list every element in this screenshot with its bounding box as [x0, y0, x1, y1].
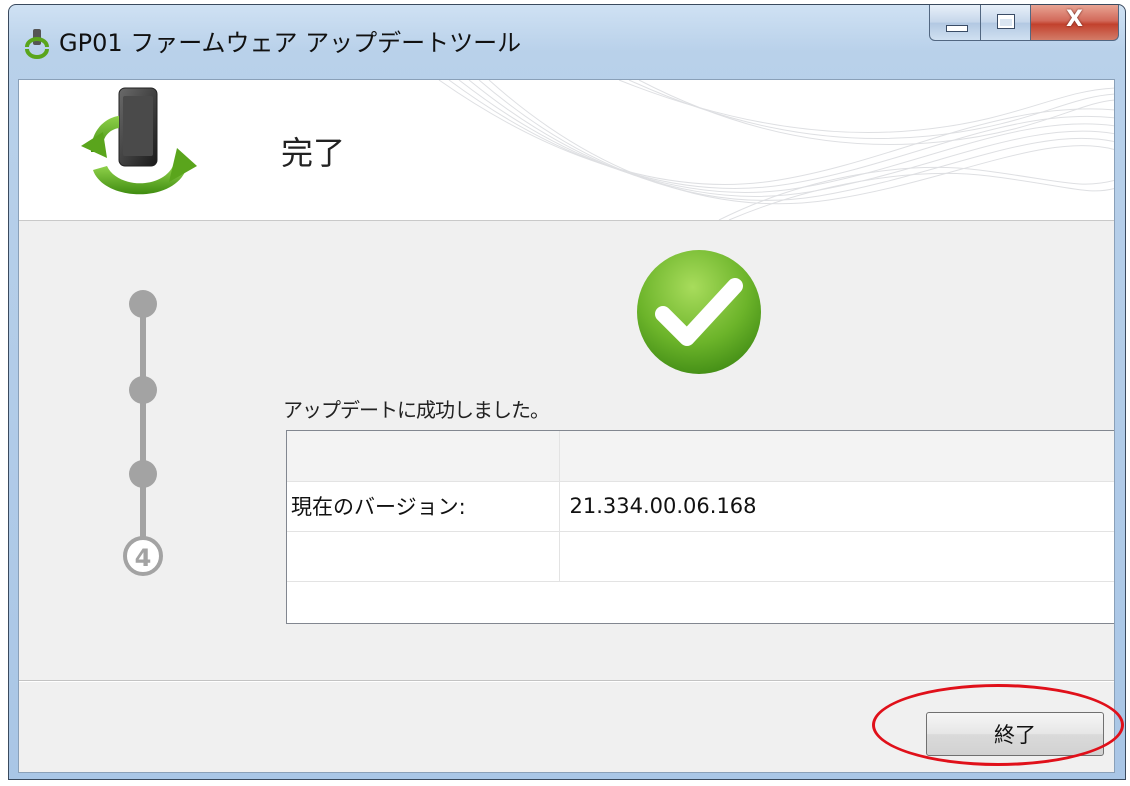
table-cell-label — [287, 431, 560, 482]
title-bar[interactable]: GP01 ファームウェア アップデートツール X — [9, 5, 1125, 79]
close-icon: X — [1066, 7, 1083, 32]
header-banner: 完了 — [19, 80, 1114, 221]
step-3-dot — [129, 460, 157, 488]
current-version-value: 21.334.00.06.168 — [559, 481, 1114, 532]
app-window: GP01 ファームウェア アップデートツール X 完了 4 アップデートに成功し… — [8, 4, 1126, 780]
update-device-icon — [81, 87, 197, 195]
version-info-table: 現在のバージョン: 21.334.00.06.168 — [286, 430, 1114, 624]
app-icon — [25, 29, 49, 59]
finish-button[interactable]: 終了 — [926, 712, 1104, 756]
page-title: 完了 — [281, 134, 346, 172]
window-controls: X — [929, 5, 1119, 43]
step-4-label: 4 — [135, 544, 152, 572]
minimize-button[interactable] — [929, 5, 981, 41]
dialog-body: 完了 4 アップデートに成功しました。 現在のバージョン: 21.334.00.… — [18, 79, 1115, 773]
footer-divider-highlight — [19, 681, 1114, 682]
table-cell-label — [287, 531, 560, 582]
step-2-dot — [129, 376, 157, 404]
table-row — [287, 531, 1114, 582]
close-button[interactable]: X — [1031, 5, 1119, 41]
table-row: 現在のバージョン: 21.334.00.06.168 — [287, 481, 1114, 532]
step-1-dot — [129, 290, 157, 318]
success-check-icon — [637, 250, 761, 374]
maximize-icon — [997, 14, 1015, 29]
window-title: GP01 ファームウェア アップデートツール — [59, 29, 522, 57]
success-message: アップデートに成功しました。 — [283, 398, 550, 422]
minimize-icon — [946, 25, 968, 32]
current-version-label: 現在のバージョン: — [287, 481, 560, 532]
table-cell-value — [559, 531, 1114, 582]
table-cell-value — [559, 431, 1114, 482]
table-row — [287, 431, 1114, 482]
maximize-button[interactable] — [981, 5, 1031, 41]
step-progress: 4 — [123, 290, 163, 576]
